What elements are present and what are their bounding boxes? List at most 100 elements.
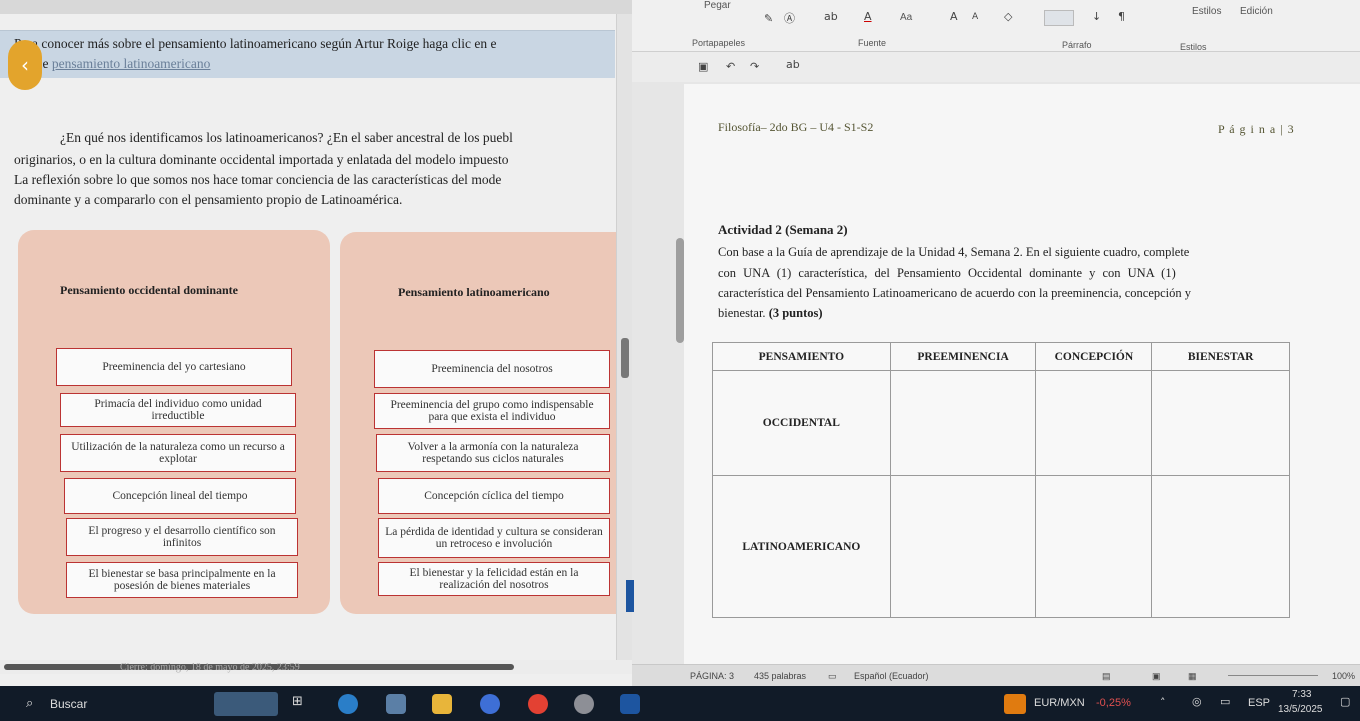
- western-item: Utilización de la naturaleza como un rec…: [60, 434, 296, 472]
- taskbar: ⌕ Buscar ⊞ EUR/MXN -0,25% ˄ ◎ ▭ ESP 7:33…: [0, 686, 1360, 721]
- table-cell-empty[interactable]: [1151, 370, 1290, 477]
- zoom-level[interactable]: 100%: [1332, 671, 1355, 681]
- search-highlight-image[interactable]: [214, 692, 278, 716]
- table-header-concepcion: CONCEPCIÓN: [1035, 341, 1153, 372]
- shrink-font-icon[interactable]: A: [972, 12, 978, 22]
- table-cell-empty[interactable]: [889, 370, 1037, 477]
- stock-widget-icon[interactable]: [1004, 694, 1026, 714]
- app-icon[interactable]: [574, 694, 594, 714]
- currency-change: -0,25%: [1096, 697, 1131, 709]
- format-painter-icon[interactable]: ✎: [764, 12, 773, 25]
- notification-icon[interactable]: ▢: [1340, 695, 1350, 708]
- chrome-icon[interactable]: [528, 694, 548, 714]
- chevron-left-icon[interactable]: ‹: [8, 40, 42, 90]
- table-row-label-latinoamericano: LATINOAMERICANO: [712, 475, 891, 618]
- page-number: P á g i n a | 3: [1218, 122, 1295, 136]
- link-banner-text: Para conocer más sobre el pensamiento la…: [14, 36, 497, 51]
- undo-icon[interactable]: ↶: [726, 60, 735, 73]
- redo-icon[interactable]: ↷: [750, 60, 759, 73]
- editing-button[interactable]: Edición: [1240, 6, 1273, 17]
- clipboard-group-label: Portapapeles: [692, 38, 746, 48]
- pensamiento-link[interactable]: pensamiento latinoamericano: [52, 56, 211, 71]
- activity-table: PENSAMIENTO PREEMINENCIA CONCEPCIÓN BIEN…: [712, 341, 1290, 618]
- western-title: Pensamiento occidental dominante: [60, 283, 238, 297]
- styles-button[interactable]: Estilos: [1192, 6, 1221, 17]
- taskbar-search[interactable]: Buscar: [50, 697, 87, 711]
- chevron-up-icon[interactable]: ˄: [1160, 696, 1166, 709]
- table-header-pensamiento: PENSAMIENTO: [712, 341, 891, 372]
- quick-access-toolbar: ▣ ↶ ↷ ab: [632, 52, 1360, 82]
- paragraph-group-label: Párrafo: [1062, 40, 1092, 50]
- font-group-label: Fuente: [858, 38, 887, 48]
- bookmark-marker: [626, 580, 634, 612]
- western-item: Primacía del individuo como unidad irred…: [60, 393, 296, 427]
- font-color-icon[interactable]: A: [864, 10, 872, 23]
- instructions-line-1: Con base a la Guía de aprendizaje de la …: [718, 245, 1190, 259]
- intro-line-2: originarios, o en la cultura dominante o…: [14, 152, 509, 167]
- file-explorer-icon[interactable]: [432, 694, 452, 714]
- table-header-preeminencia: PREEMINENCIA: [889, 341, 1037, 372]
- currency-pair[interactable]: EUR/MXN: [1034, 697, 1085, 709]
- latam-item: Concepción cíclica del tiempo: [378, 478, 610, 514]
- paragraph-mark-icon[interactable]: ¶: [1118, 10, 1125, 23]
- grow-font-icon[interactable]: A: [950, 10, 958, 23]
- document-header-title: Filosofía– 2do BG – U4 - S1-S2: [718, 120, 874, 134]
- paste-button[interactable]: Pegar: [704, 0, 731, 11]
- latam-item: Preeminencia del grupo como indispensabl…: [374, 393, 610, 429]
- task-view-icon[interactable]: ⊞: [292, 694, 312, 714]
- language-indicator[interactable]: Español (Ecuador): [854, 671, 929, 681]
- highlight-icon[interactable]: ab: [824, 10, 838, 23]
- status-bar: PÁGINA: 3 435 palabras ▭ Español (Ecuado…: [632, 664, 1360, 686]
- table-cell-empty[interactable]: [1035, 475, 1153, 618]
- shading-icon[interactable]: ◇: [1004, 10, 1012, 23]
- text-effects-icon[interactable]: Ⓐ: [784, 10, 795, 26]
- web-layout-icon[interactable]: ▦: [1188, 671, 1197, 682]
- app-icon[interactable]: [480, 694, 500, 714]
- spelling-icon[interactable]: ab: [786, 58, 800, 71]
- clock-time[interactable]: 7:33: [1292, 689, 1311, 700]
- instructions-line-4: bienestar. (3 puntos): [718, 303, 823, 323]
- table-cell-empty[interactable]: [1151, 475, 1290, 618]
- print-layout-icon[interactable]: ▣: [1152, 671, 1161, 682]
- intro-line-4: dominante y a compararlo con el pensamie…: [14, 192, 403, 207]
- styles-group-label: Estilos: [1180, 42, 1207, 52]
- table-row-label-occidental: OCCIDENTAL: [712, 370, 891, 477]
- search-icon[interactable]: ⌕: [26, 696, 33, 711]
- intro-line-3: La reflexión sobre lo que somos nos hace…: [14, 172, 502, 187]
- table-cell-empty[interactable]: [1035, 370, 1153, 477]
- western-item: El progreso y el desarrollo científico s…: [66, 518, 298, 556]
- table-cell-empty[interactable]: [889, 475, 1037, 618]
- activity-title: Actividad 2 (Semana 2): [718, 222, 848, 237]
- network-icon[interactable]: ◎: [1192, 695, 1202, 708]
- proofing-icon[interactable]: ▭: [828, 671, 837, 682]
- instructions-line-3: característica del Pensamiento Latinoame…: [718, 286, 1192, 300]
- store-icon[interactable]: [386, 694, 406, 714]
- scrollbar-thumb[interactable]: [676, 238, 684, 343]
- word-icon[interactable]: [620, 694, 640, 714]
- latam-item: La pérdida de identidad y cultura se con…: [378, 518, 610, 558]
- points-label: (3 puntos): [768, 306, 823, 320]
- latam-item: El bienestar y la felicidad están en la …: [378, 562, 610, 596]
- battery-icon[interactable]: ▭: [1220, 695, 1230, 708]
- borders-button[interactable]: [1044, 10, 1074, 26]
- deadline-text: Cierre: domingo, 18 de mayo de 2025, 23:…: [120, 662, 300, 673]
- read-mode-icon[interactable]: ▤: [1102, 671, 1111, 682]
- sort-icon[interactable]: ↓: [1092, 10, 1101, 23]
- clock-date[interactable]: 13/5/2025: [1278, 704, 1323, 715]
- ribbon: Pegar ✎ Ⓐ ab A Aa A A ◇ ↓ ¶ Estilos Edic…: [632, 0, 1360, 52]
- page-indicator[interactable]: PÁGINA: 3: [690, 671, 734, 681]
- window-top-strip: [0, 0, 632, 14]
- instructions-line-2: con UNA (1) característica, del Pensamie…: [718, 266, 1176, 280]
- language-indicator[interactable]: ESP: [1248, 697, 1270, 709]
- font-case-button[interactable]: Aa: [900, 12, 912, 23]
- scrollbar-thumb[interactable]: [621, 338, 629, 378]
- western-item: El bienestar se basa principalmente en l…: [66, 562, 298, 598]
- save-icon[interactable]: ▣: [698, 60, 708, 73]
- zoom-slider[interactable]: [1228, 675, 1318, 676]
- intro-line-1: ¿En qué nos identificamos los latinoamer…: [60, 130, 513, 145]
- edge-browser-icon[interactable]: [338, 694, 358, 714]
- word-count[interactable]: 435 palabras: [754, 671, 806, 681]
- instructions-end: bienestar.: [718, 306, 766, 320]
- western-item: Preeminencia del yo cartesiano: [56, 348, 292, 386]
- latam-title: Pensamiento latinoamericano: [398, 285, 550, 299]
